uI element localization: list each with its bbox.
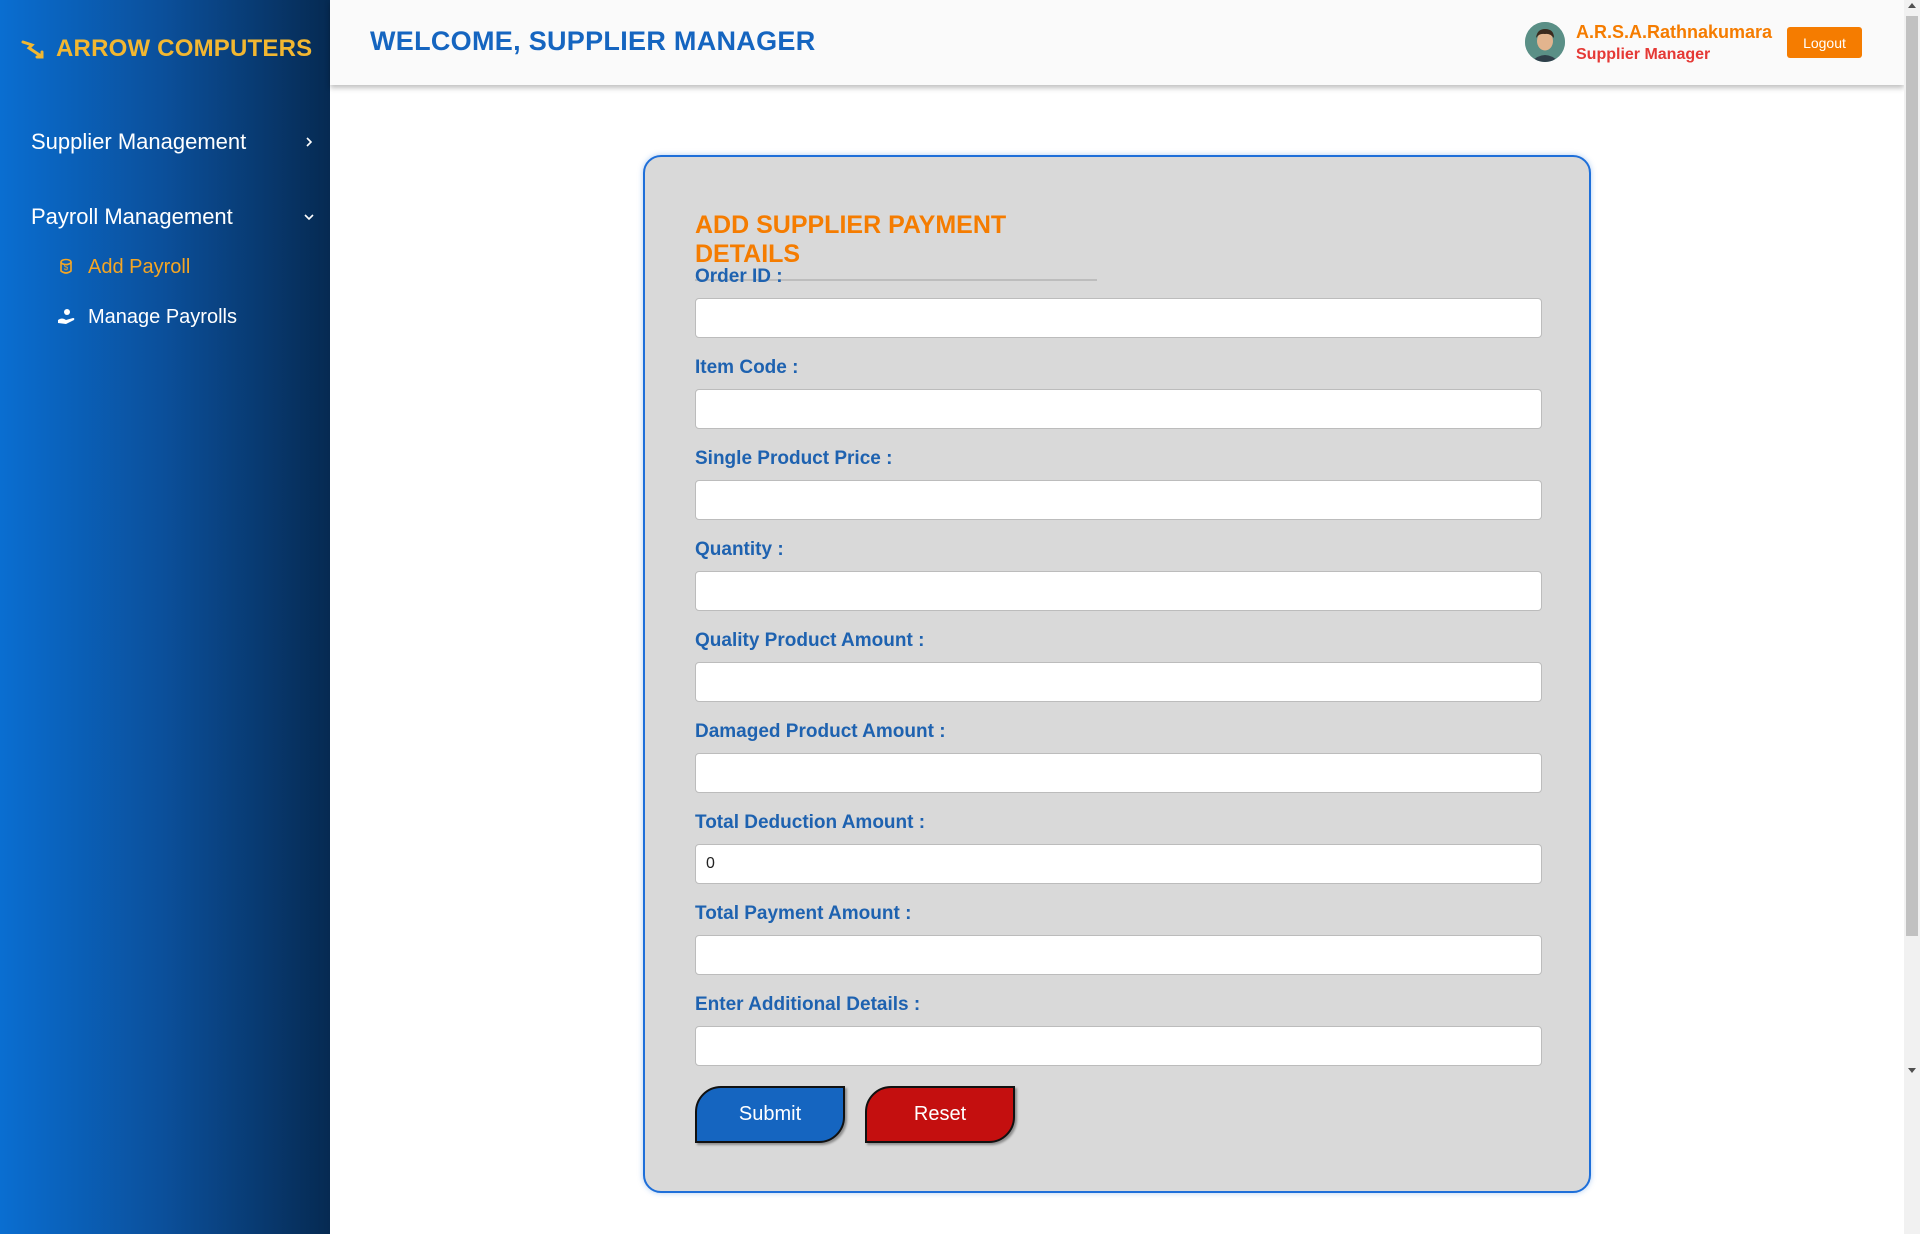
quality-product-amount-input[interactable]	[695, 662, 1542, 702]
sidebar-item-label: Supplier Management	[31, 129, 247, 154]
quantity-label: Quantity :	[695, 539, 784, 560]
single-product-price-input[interactable]	[695, 480, 1542, 520]
sidebar-item-label: Manage Payrolls	[88, 305, 237, 328]
sidebar-item-payroll-management[interactable]: Payroll Management	[31, 202, 316, 232]
brand-logo[interactable]: ARROW COMPUTERS	[20, 34, 312, 64]
order-id-input[interactable]	[695, 298, 1542, 338]
top-header: WELCOME, SUPPLIER MANAGER A.R.S.A.Rathna…	[330, 0, 1904, 85]
vertical-scrollbar[interactable]	[1904, 0, 1920, 1234]
logout-button[interactable]: Logout	[1787, 27, 1862, 58]
sidebar-item-add-payroll[interactable]: $ Add Payroll	[56, 253, 190, 281]
reset-button[interactable]: Reset	[865, 1086, 1015, 1143]
additional-details-label: Enter Additional Details :	[695, 994, 921, 1015]
hand-money-icon	[58, 309, 75, 324]
user-avatar-icon	[1525, 22, 1565, 62]
sidebar-item-label: Payroll Management	[31, 204, 233, 229]
quantity-input[interactable]	[695, 571, 1542, 611]
item-code-label: Item Code :	[695, 357, 799, 378]
scroll-down-arrow-icon[interactable]	[1908, 1068, 1916, 1073]
user-role: Supplier Manager	[1576, 46, 1711, 63]
damaged-product-amount-input[interactable]	[695, 753, 1542, 793]
total-payment-amount-label: Total Payment Amount :	[695, 903, 912, 924]
single-product-price-label: Single Product Price :	[695, 448, 893, 469]
damaged-product-amount-label: Damaged Product Amount :	[695, 721, 946, 742]
svg-text:$: $	[64, 263, 69, 272]
sidebar-item-label: Add Payroll	[88, 255, 191, 278]
brand-name: ARROW COMPUTERS	[56, 35, 313, 62]
supplier-payment-form: ADD SUPPLIER PAYMENT DETAILS Order ID : …	[643, 155, 1591, 1193]
arrow-logo-icon	[21, 40, 44, 59]
scroll-thumb[interactable]	[1906, 16, 1918, 936]
item-code-input[interactable]	[695, 389, 1542, 429]
coin-stack-icon: $	[60, 258, 72, 274]
chevron-right-icon	[306, 137, 313, 147]
total-deduction-amount-label: Total Deduction Amount :	[695, 812, 926, 833]
user-name: A.R.S.A.Rathnakumara	[1576, 22, 1773, 42]
total-deduction-amount-input[interactable]	[695, 844, 1542, 884]
additional-details-input[interactable]	[695, 1026, 1542, 1066]
order-id-label: Order ID :	[695, 266, 783, 287]
chevron-down-icon	[304, 214, 314, 221]
page-title: WELCOME, SUPPLIER MANAGER	[370, 26, 816, 56]
sidebar: ARROW COMPUTERS Supplier Management Payr…	[0, 0, 330, 1234]
avatar[interactable]	[1525, 22, 1565, 62]
total-payment-amount-input[interactable]	[695, 935, 1542, 975]
sidebar-item-supplier-management[interactable]: Supplier Management	[31, 127, 316, 157]
sidebar-item-manage-payrolls[interactable]: Manage Payrolls	[56, 303, 237, 331]
submit-button[interactable]: Submit	[695, 1086, 845, 1143]
scroll-up-arrow-icon[interactable]	[1908, 3, 1916, 8]
quality-product-amount-label: Quality Product Amount :	[695, 630, 925, 651]
